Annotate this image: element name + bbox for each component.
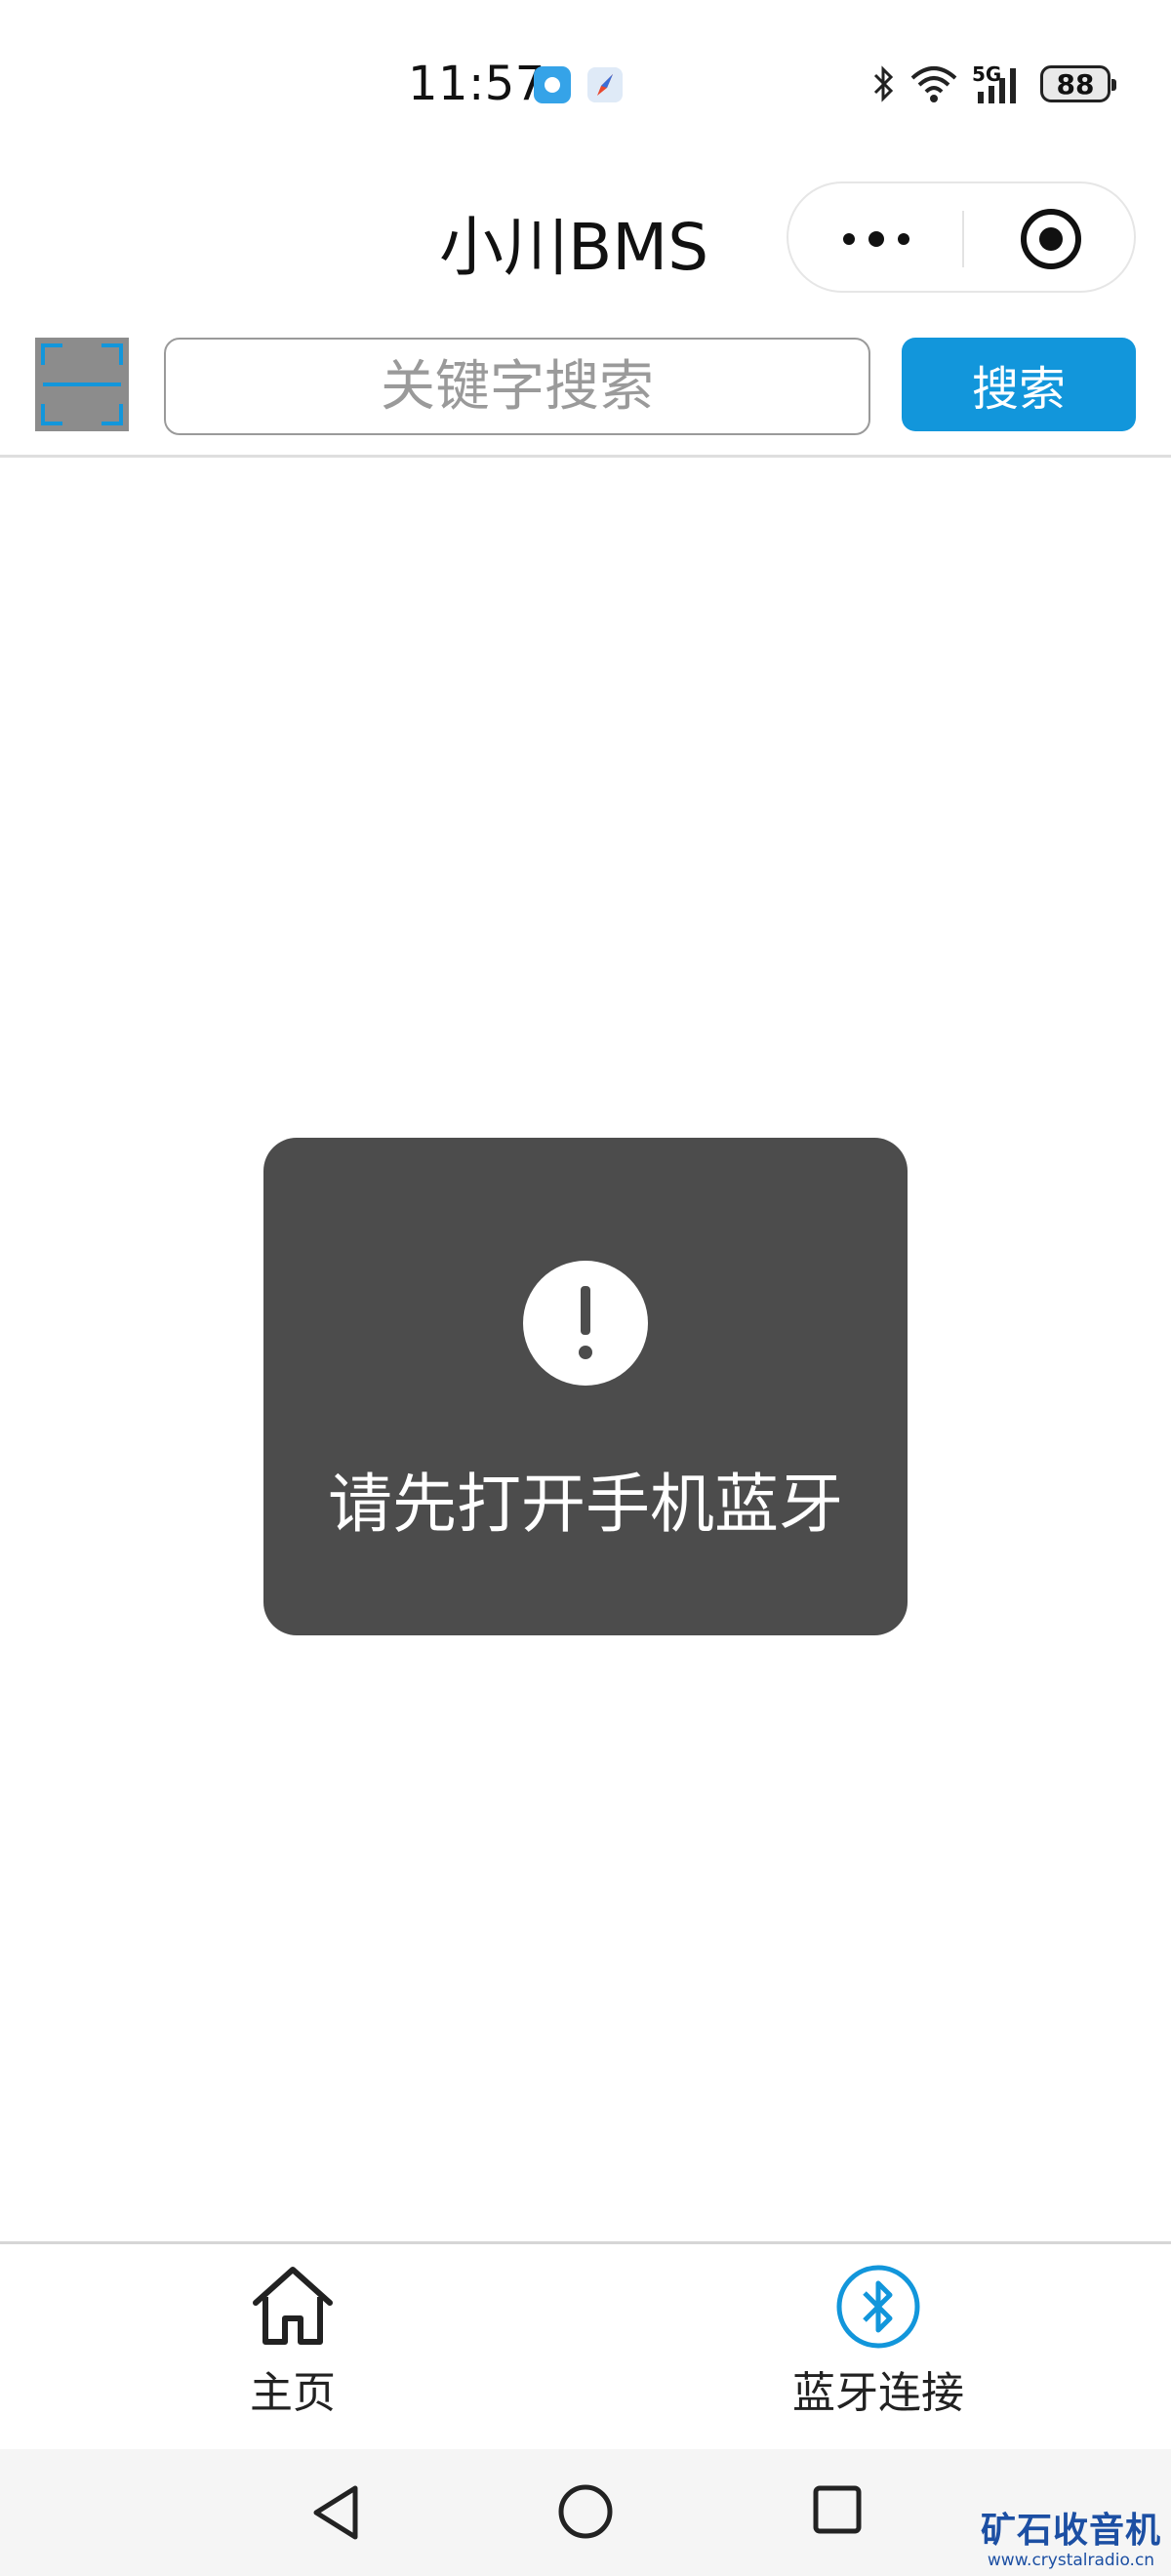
- status-icons: 5G 88: [872, 62, 1116, 105]
- more-icon[interactable]: [839, 224, 913, 254]
- toast-dialog: 请先打开手机蓝牙: [263, 1138, 908, 1635]
- bluetooth-icon: [836, 2265, 920, 2349]
- watermark: 矿石收音机 www.crystalradio.cn: [981, 2514, 1161, 2569]
- home-icon: [253, 2267, 333, 2345]
- status-time: 11:57: [408, 57, 545, 111]
- header-divider: [0, 455, 1171, 458]
- wifi-icon: [910, 66, 957, 102]
- battery-indicator: 88: [1040, 65, 1116, 102]
- close-mini-program-icon[interactable]: [1019, 207, 1083, 271]
- watermark-url: www.crystalradio.cn: [987, 2551, 1155, 2570]
- mini-program-capsule: [787, 181, 1136, 293]
- status-bar: 11:57 5G 88: [0, 0, 1171, 146]
- toast-message: 请先打开手机蓝牙: [328, 1467, 843, 1542]
- scan-button[interactable]: [35, 338, 129, 431]
- watermark-title: 矿石收音机: [980, 2511, 1161, 2551]
- home-circle-icon[interactable]: [556, 2482, 615, 2541]
- screen: 11:57 5G 88 小川BMS 关键字搜索 搜索 请先打开手机蓝牙 主页 蓝…: [0, 0, 1171, 2576]
- scan-icon: [41, 343, 123, 425]
- bluetooth-status-icon: [873, 65, 894, 102]
- capsule-divider: [962, 211, 964, 267]
- tab-bluetooth-connect[interactable]: 蓝牙连接: [761, 2264, 995, 2420]
- signal-icon: 5G: [972, 62, 1027, 105]
- app-notification-icon: [534, 66, 571, 103]
- tab-bluetooth-label: 蓝牙连接: [792, 2368, 964, 2418]
- compass-notification-icon: [586, 66, 624, 103]
- back-icon[interactable]: [308, 2482, 365, 2543]
- tab-home-label: 主页: [250, 2368, 336, 2418]
- page-title: 小川BMS: [439, 210, 709, 285]
- tabbar-divider: [0, 2241, 1171, 2244]
- search-input[interactable]: [164, 338, 870, 435]
- tab-home[interactable]: 主页: [215, 2264, 371, 2420]
- warning-icon: [523, 1261, 648, 1386]
- search-button[interactable]: 搜索: [902, 338, 1136, 431]
- system-nav-bar: 矿石收音机 www.crystalradio.cn: [0, 2449, 1171, 2576]
- recent-apps-icon[interactable]: [810, 2482, 865, 2537]
